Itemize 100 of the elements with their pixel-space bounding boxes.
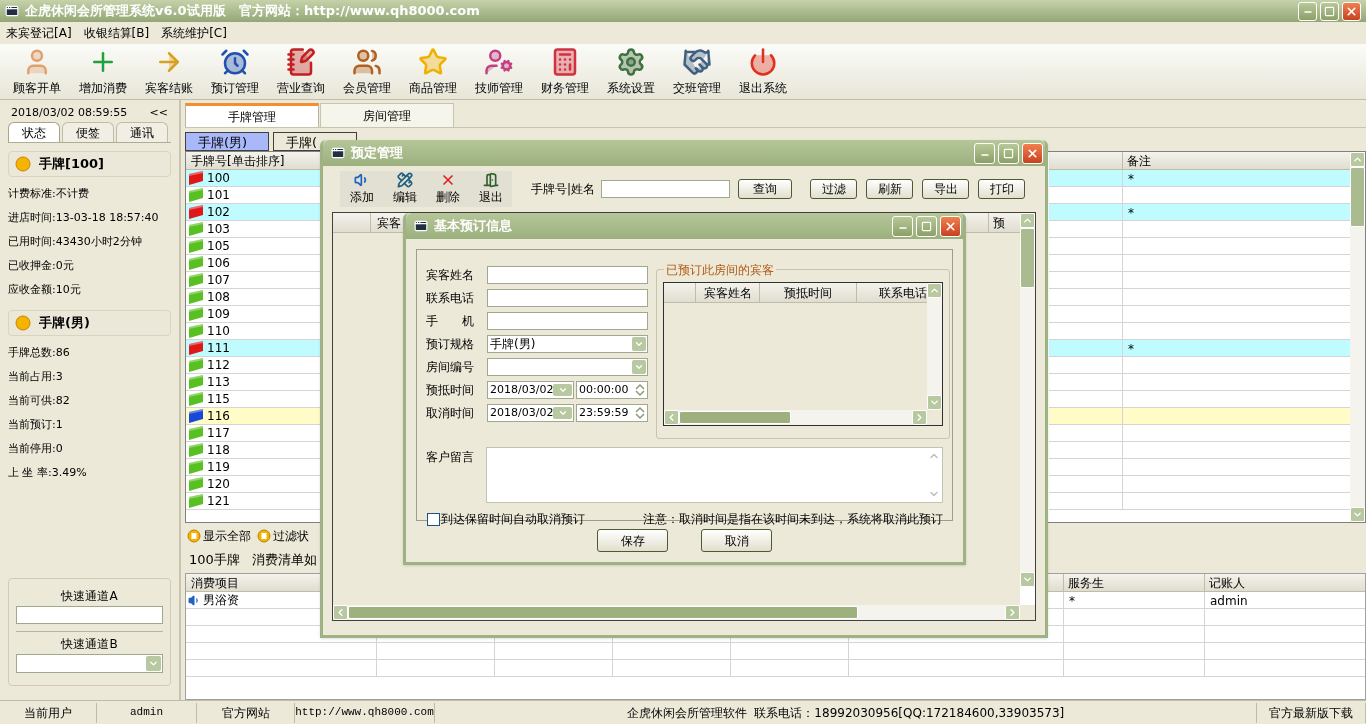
checkbox-label: 到达保留时间自动取消预订 [441,511,585,528]
maximize-button[interactable] [1320,1,1339,21]
close-button[interactable] [1342,1,1361,21]
dropdown-field[interactable] [16,654,163,673]
column-header[interactable]: 宾客姓名 [696,283,760,302]
speaker-icon [188,593,201,607]
column-header[interactable]: 联系电话 [857,283,927,302]
input-field[interactable] [487,266,648,284]
maximize-button[interactable] [998,142,1019,164]
tag-icon [188,443,204,457]
minimize-button[interactable] [974,142,995,164]
table-cell[interactable]: 102 [186,204,320,221]
sidebar-tab[interactable]: 状态 [8,122,60,142]
vertical-scrollbar[interactable] [1020,213,1035,587]
tag-icon [188,460,204,474]
scrollbar-thumb[interactable] [1020,228,1035,288]
table-cell[interactable]: 111 [186,340,320,357]
dropdown-field[interactable] [487,358,648,376]
sidebar-tab[interactable]: 通讯 [116,122,168,142]
toolbar-button[interactable]: 宾客结账 [136,44,202,98]
sub-tab[interactable]: 手牌(男) [185,132,269,151]
minimize-button[interactable] [892,215,913,237]
close-button[interactable] [940,215,961,237]
column-header[interactable]: 手牌号[单击排序] [186,152,320,170]
spinner-arrows-icon [634,383,646,397]
vertical-scrollbar[interactable] [1350,152,1365,522]
chevron-right-icon [1007,607,1018,618]
column-header[interactable]: 预抵时间 [760,283,857,302]
filter-button[interactable]: 过滤状 [257,527,309,545]
field-label: 手牌号|姓名 [531,181,596,198]
horizontal-scrollbar[interactable] [664,410,927,425]
toolbar-button[interactable]: 财务管理 [532,44,598,98]
column-header[interactable]: 服务生 [1063,574,1204,591]
chevron-up-icon [1352,154,1363,165]
column-header[interactable]: 记账人 [1204,574,1365,591]
toolbar-button[interactable]: 预订管理 [202,44,268,98]
vertical-scrollbar[interactable] [927,283,942,410]
toolbar-button[interactable]: 编辑 [383,172,426,206]
action-button[interactable]: 取消 [701,529,772,552]
collapse-button[interactable]: << [149,104,168,122]
menu-item[interactable]: 系统维护[C] [161,24,227,42]
toolbar-button[interactable]: 交班管理 [664,44,730,98]
toolbar-button[interactable]: 退出系统 [730,44,796,98]
toolbar-button[interactable]: 系统设置 [598,44,664,98]
toolbar-button[interactable]: 营业查询 [268,44,334,98]
action-button[interactable]: 过滤 [810,179,858,199]
toolbar-button[interactable]: 技师管理 [466,44,532,98]
input-field[interactable] [487,312,648,330]
tag-icon [188,171,204,185]
date-picker[interactable]: 2018/03/02 [487,381,574,399]
window-title: 企虎休闲会所管理系统v6.0试用版 官方网站：http://www.qh8000.com [25,2,481,21]
info-line: 手牌总数:86 [8,345,71,361]
toolbar-button[interactable]: 会员管理 [334,44,400,98]
status-text[interactable]: 官方最新版下载 [1269,703,1353,722]
dropdown-field[interactable]: 手牌(男) [487,335,648,353]
status-text[interactable]: http://www.qh8000.com [295,704,434,721]
close-button[interactable] [1022,142,1043,164]
action-button[interactable]: 打印 [978,179,1026,199]
message-field[interactable] [486,447,943,503]
action-button[interactable]: 查询 [738,179,793,199]
column-header[interactable]: 消费项目 [186,574,320,591]
search-field[interactable] [601,180,731,198]
circle-icon [257,529,271,543]
date-picker[interactable]: 2018/03/02 [487,404,574,422]
input-field[interactable] [16,606,163,624]
toolbar-button[interactable]: 增加消费 [70,44,136,98]
input-field[interactable] [487,289,648,307]
time-spinner[interactable]: 00:00:00 [576,381,648,399]
table-cell-text: 男浴资 [203,592,239,609]
filter-button[interactable]: 显示全部 [187,527,251,545]
main-tab[interactable]: 手牌管理 [185,103,319,127]
info-line: 当前占用:3 [8,369,64,385]
toolbar-button[interactable]: 添加 [340,172,383,206]
toolbar-button[interactable]: 顾客开单 [4,44,70,98]
horizontal-scrollbar[interactable] [333,605,1020,620]
table-cell[interactable]: 121 [186,493,320,510]
main-tab[interactable]: 房间管理 [320,103,454,127]
tag-icon [188,341,204,355]
toolbar-button[interactable]: 商品管理 [400,44,466,98]
scrollbar-thumb[interactable] [1350,167,1365,227]
toolbar-button[interactable]: 退出 [469,172,512,206]
status-text: 当前用户 [24,704,72,722]
table-cell[interactable]: 100 [186,170,320,187]
gear-icon [616,47,646,77]
time-spinner[interactable]: 23:59:59 [576,404,648,422]
action-button[interactable]: 刷新 [866,179,914,199]
table-cell: * [1049,170,1350,187]
menu-item[interactable]: 来宾登记[A] [6,24,72,42]
maximize-button[interactable] [916,215,937,237]
tag-icon [188,222,204,236]
menu-item[interactable]: 收银结算[B] [83,24,150,42]
table-cell[interactable]: 116 [186,408,320,425]
action-button[interactable]: 导出 [922,179,970,199]
action-button[interactable]: 保存 [597,529,668,552]
sidebar-tab[interactable]: 便签 [62,122,114,142]
toolbar-button[interactable]: 删除 [426,172,469,206]
minimize-button[interactable] [1298,1,1317,21]
column-header[interactable]: 备注 [1049,152,1350,170]
checkbox[interactable] [427,512,440,526]
tag-icon [188,375,204,389]
